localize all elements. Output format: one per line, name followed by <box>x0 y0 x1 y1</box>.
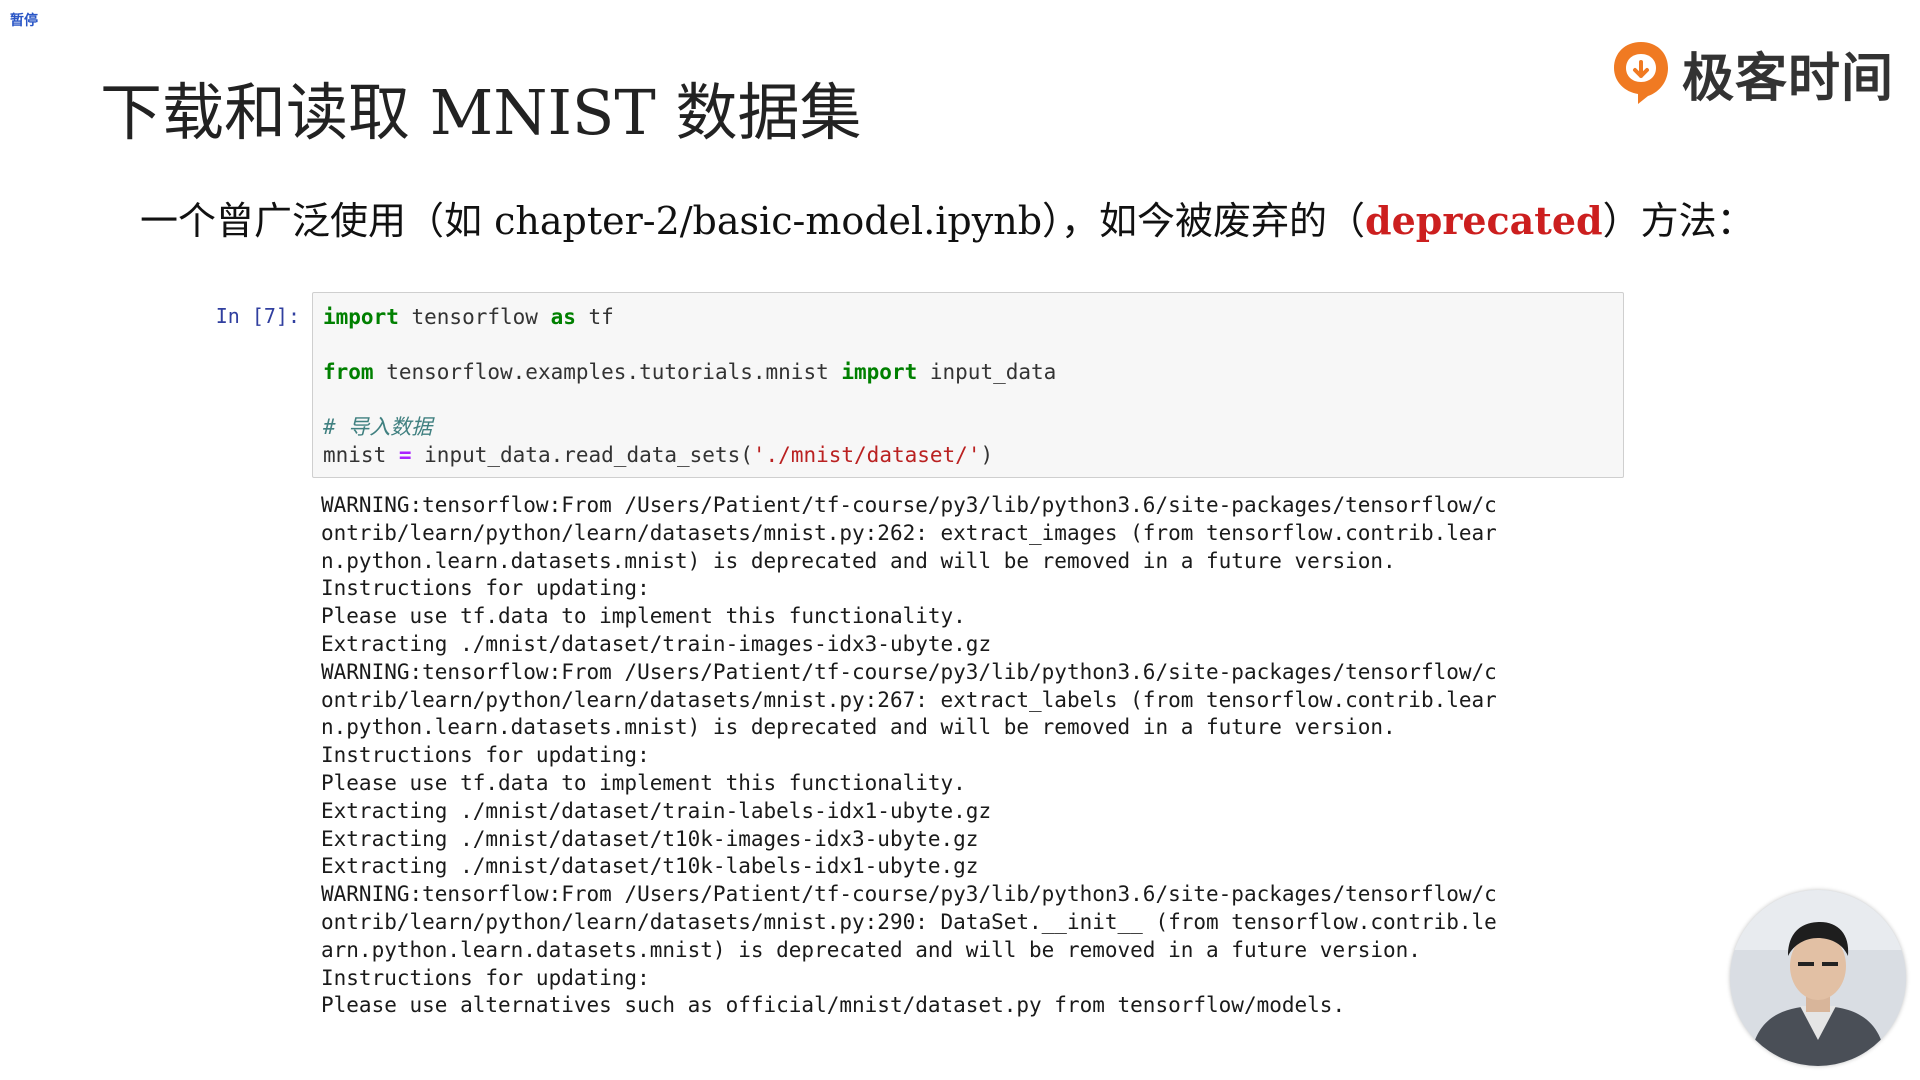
output-line: WARNING:tensorflow:From /Users/Patient/t… <box>321 659 1497 684</box>
slide-subtitle: 一个曾广泛使用（如 chapter-2/basic-model.ipynb），如… <box>140 190 1755 245</box>
code-string: './mnist/dataset/' <box>752 443 981 467</box>
output-line: Please use tf.data to implement this fun… <box>321 770 966 795</box>
code-cell[interactable]: import tensorflow as tf from tensorflow.… <box>312 292 1624 478</box>
cell-prompt: In [7]: <box>215 304 300 328</box>
output-line: n.python.learn.datasets.mnist) is deprec… <box>321 548 1396 573</box>
output-line: ontrib/learn/python/learn/datasets/mnist… <box>321 909 1497 934</box>
output-line: Extracting ./mnist/dataset/train-images-… <box>321 631 992 656</box>
code-text: tf <box>575 305 614 329</box>
code-keyword: from <box>323 360 374 384</box>
code-line: import tensorflow as tf <box>323 303 1613 331</box>
code-text: ) <box>980 443 994 467</box>
output-line: ontrib/learn/python/learn/datasets/mnist… <box>321 687 1497 712</box>
output-line: Extracting ./mnist/dataset/t10k-images-i… <box>321 826 979 851</box>
subtitle-highlight: deprecated <box>1365 198 1603 243</box>
geektime-logo-icon <box>1614 42 1668 104</box>
brand-name: 极客时间 <box>1682 48 1895 109</box>
presenter-webcam <box>1730 890 1906 1066</box>
code-text: tensorflow.examples.tutorials.mnist <box>373 360 842 384</box>
output-line: Instructions for updating: <box>321 743 650 768</box>
output-line: arn.python.learn.datasets.mnist) is depr… <box>321 937 1421 962</box>
code-line: # 导入数据 <box>323 413 1613 441</box>
pause-badge[interactable]: 暂停 <box>10 10 38 30</box>
output-line: WARNING:tensorflow:From /Users/Patient/t… <box>321 493 1497 517</box>
slide-title: 下载和读取 MNIST 数据集 <box>100 76 862 149</box>
code-keyword: as <box>550 305 576 329</box>
code-text: tensorflow <box>398 305 551 329</box>
output-line: Extracting ./mnist/dataset/train-labels-… <box>321 798 992 823</box>
code-text: input_data <box>917 360 1057 384</box>
code-keyword: import <box>323 305 399 329</box>
output-line: Instructions for updating: <box>321 965 650 990</box>
subtitle-prefix: 一个曾广泛使用（如 chapter-2/basic-model.ipynb），如… <box>140 199 1366 243</box>
output-line: n.python.learn.datasets.mnist) is deprec… <box>321 715 1396 740</box>
output-line: Extracting ./mnist/dataset/t10k-labels-i… <box>321 854 979 879</box>
code-line: from tensorflow.examples.tutorials.mnist… <box>323 358 1613 386</box>
output-line: WARNING:tensorflow:From /Users/Patient/t… <box>321 882 1497 907</box>
subtitle-suffix: ）方法： <box>1602 199 1755 243</box>
code-comment: # 导入数据 <box>323 415 433 439</box>
cell-output: WARNING:tensorflow:From /Users/Patient/t… <box>321 492 1621 1020</box>
output-line: Please use alternatives such as official… <box>321 993 1346 1018</box>
code-text: mnist <box>323 443 399 467</box>
presenter-avatar-icon <box>1730 890 1906 1066</box>
code-operator: = <box>398 443 412 467</box>
code-line: mnist = input_data.read_data_sets('./mni… <box>323 441 1613 469</box>
code-text: input_data.read_data_sets( <box>411 443 753 467</box>
output-line: Please use tf.data to implement this fun… <box>321 604 966 629</box>
code-keyword: import <box>841 360 918 384</box>
output-line: ontrib/learn/python/learn/datasets/mnist… <box>321 520 1497 545</box>
output-line: Instructions for updating: <box>321 576 650 601</box>
brand-logo: 极客时间 <box>1610 38 1895 109</box>
